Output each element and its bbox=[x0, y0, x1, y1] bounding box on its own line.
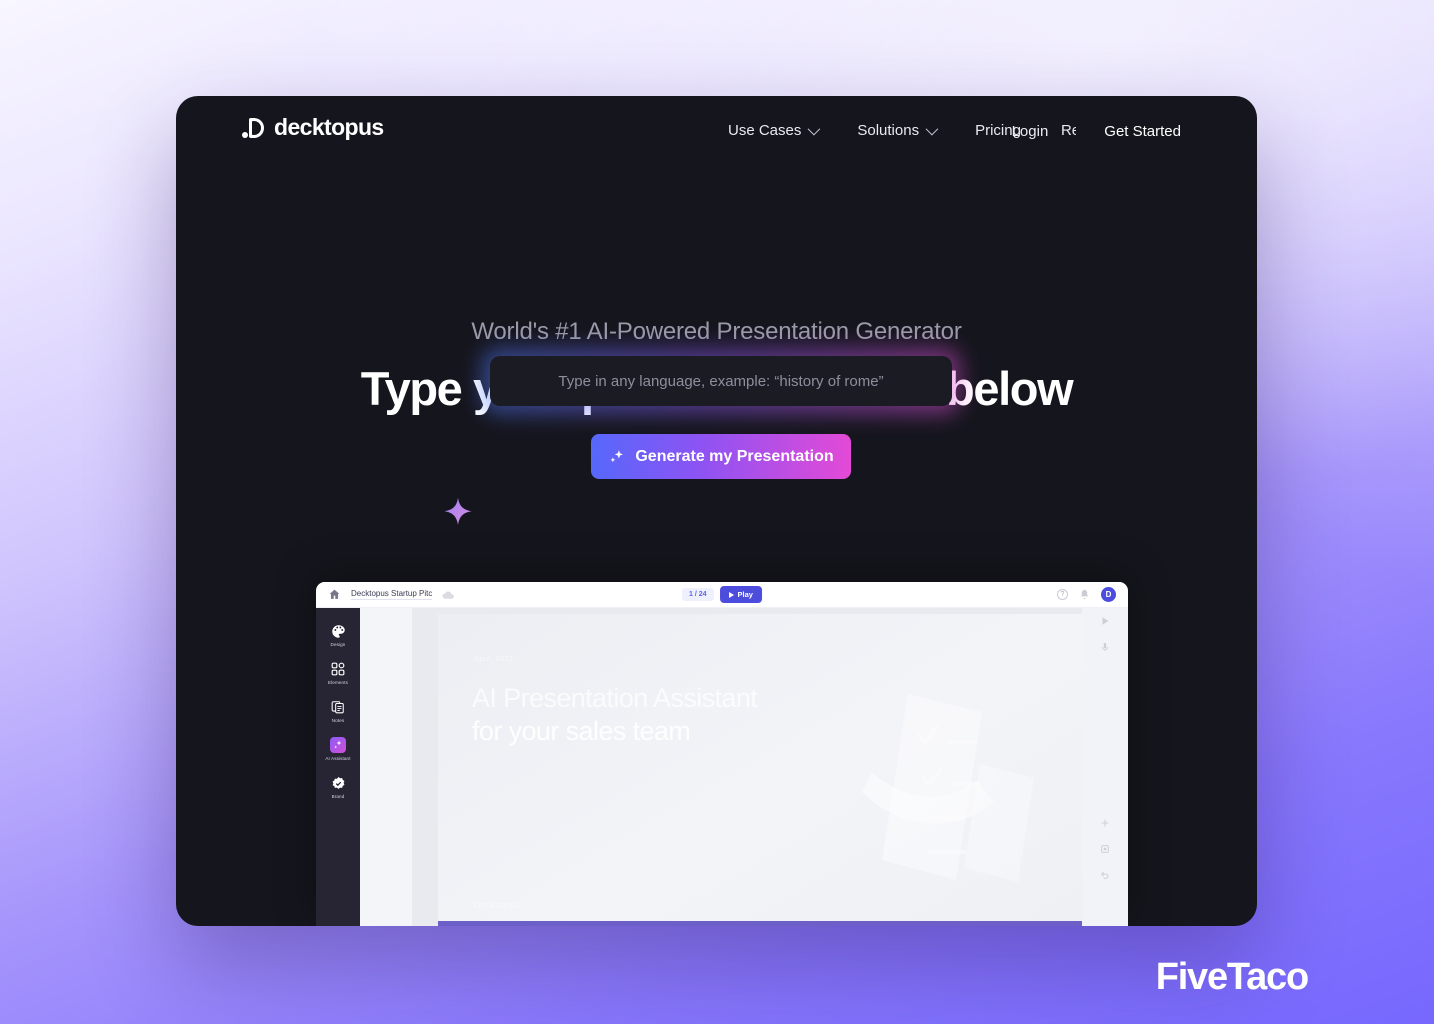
ai-sparkle-icon bbox=[330, 737, 346, 753]
presentation-title-input[interactable] bbox=[490, 356, 952, 406]
app-canvas-area: April, 2023 AI Presentation Assistant fo… bbox=[360, 608, 1128, 926]
app-body: Design Elements Notes AI Assistant Brand… bbox=[316, 608, 1128, 926]
hero-card: decktopus Use Cases Solutions Pricing Re… bbox=[176, 96, 1257, 926]
app-toolbar-actions: ? D bbox=[1057, 587, 1116, 602]
login-link[interactable]: Login bbox=[1002, 117, 1059, 146]
four-point-star-icon bbox=[444, 497, 472, 525]
app-screenshot-mock: Decktopus Startup Pitc 1 / 24 Play ? D D… bbox=[316, 582, 1128, 926]
palette-icon bbox=[330, 623, 346, 639]
navbar: decktopus Use Cases Solutions Pricing Re… bbox=[176, 96, 1257, 170]
add-icon[interactable] bbox=[1100, 818, 1110, 828]
sidebar-item-elements[interactable]: Elements bbox=[316, 654, 360, 692]
nav-item-solutions[interactable]: Solutions bbox=[855, 118, 939, 143]
nav-item-label: Use Cases bbox=[728, 122, 802, 139]
help-icon[interactable]: ? bbox=[1057, 589, 1068, 600]
decktopus-d-mark-icon bbox=[242, 117, 264, 139]
sidebar-item-label: Design bbox=[330, 642, 346, 647]
play-icon[interactable] bbox=[1100, 616, 1110, 626]
sidebar-item-label: Notes bbox=[331, 718, 345, 723]
slide-tool-rail bbox=[1082, 608, 1128, 926]
avatar[interactable]: D bbox=[1101, 587, 1116, 602]
bell-icon[interactable] bbox=[1079, 589, 1090, 600]
sidebar-item-brand[interactable]: Brand bbox=[316, 768, 360, 806]
slide-canvas[interactable]: April, 2023 AI Presentation Assistant fo… bbox=[438, 614, 1082, 926]
slide-title-line1: AI Presentation Assistant bbox=[472, 683, 758, 713]
paper-checklist-illustration bbox=[862, 694, 1034, 882]
sidebar-item-notes[interactable]: Notes bbox=[316, 692, 360, 730]
get-started-label: Get Started bbox=[1104, 123, 1181, 140]
sidebar-item-label: Brand bbox=[331, 794, 345, 799]
app-toolbar: Decktopus Startup Pitc 1 / 24 Play ? D bbox=[316, 582, 1128, 608]
nav-item-use-cases[interactable]: Use Cases bbox=[726, 118, 821, 143]
slide-date: April, 2023 bbox=[474, 654, 514, 663]
play-button[interactable]: Play bbox=[719, 586, 762, 603]
slide-filmstrip[interactable] bbox=[360, 608, 412, 926]
slide-title-line2: for your sales team bbox=[472, 715, 691, 746]
notes-icon bbox=[330, 699, 346, 715]
brand-logo[interactable]: decktopus bbox=[242, 114, 384, 141]
nav-item-label: Solutions bbox=[857, 122, 920, 139]
app-toolbar-center: 1 / 24 Play bbox=[682, 586, 762, 603]
nav-actions: Login Get Started bbox=[1002, 108, 1211, 155]
chevron-down-icon bbox=[807, 122, 821, 136]
grid-icon bbox=[330, 661, 346, 677]
generate-presentation-label: Generate my Presentation bbox=[635, 447, 834, 465]
presentation-title-field-wrap bbox=[482, 348, 960, 414]
sidebar-item-label: AI Assistant bbox=[325, 756, 351, 761]
play-label: Play bbox=[737, 590, 753, 599]
brand-name: decktopus bbox=[274, 114, 384, 140]
slide-accent-bar bbox=[438, 921, 1082, 926]
duplicate-icon[interactable] bbox=[1100, 844, 1110, 854]
app-sidebar: Design Elements Notes AI Assistant Brand bbox=[316, 608, 360, 926]
cloud-save-icon bbox=[442, 591, 455, 599]
microphone-icon[interactable] bbox=[1100, 642, 1110, 652]
get-started-button[interactable]: Get Started bbox=[1074, 108, 1211, 155]
generate-presentation-button[interactable]: Generate my Presentation bbox=[591, 434, 851, 479]
play-icon bbox=[728, 591, 734, 598]
page-indicator: 1 / 24 bbox=[682, 588, 714, 601]
undo-icon[interactable] bbox=[1100, 870, 1110, 880]
verified-badge-icon bbox=[330, 775, 346, 791]
sidebar-item-design[interactable]: Design bbox=[316, 616, 360, 654]
sidebar-item-label: Elements bbox=[328, 680, 348, 685]
document-title[interactable]: Decktopus Startup Pitc bbox=[351, 589, 433, 600]
presentation-title-field[interactable] bbox=[488, 354, 954, 408]
slide-footer-brand: Decktopus bbox=[474, 900, 521, 910]
chevron-down-icon bbox=[925, 122, 939, 136]
fivetaco-watermark: FiveTaco bbox=[1155, 956, 1310, 998]
sidebar-item-ai-assistant[interactable]: AI Assistant bbox=[316, 730, 360, 768]
slide-stage: April, 2023 AI Presentation Assistant fo… bbox=[412, 608, 1128, 926]
hero-eyebrow: World's #1 AI-Powered Presentation Gener… bbox=[471, 318, 962, 345]
sparkle-icon bbox=[610, 449, 624, 462]
home-icon[interactable] bbox=[328, 588, 341, 601]
